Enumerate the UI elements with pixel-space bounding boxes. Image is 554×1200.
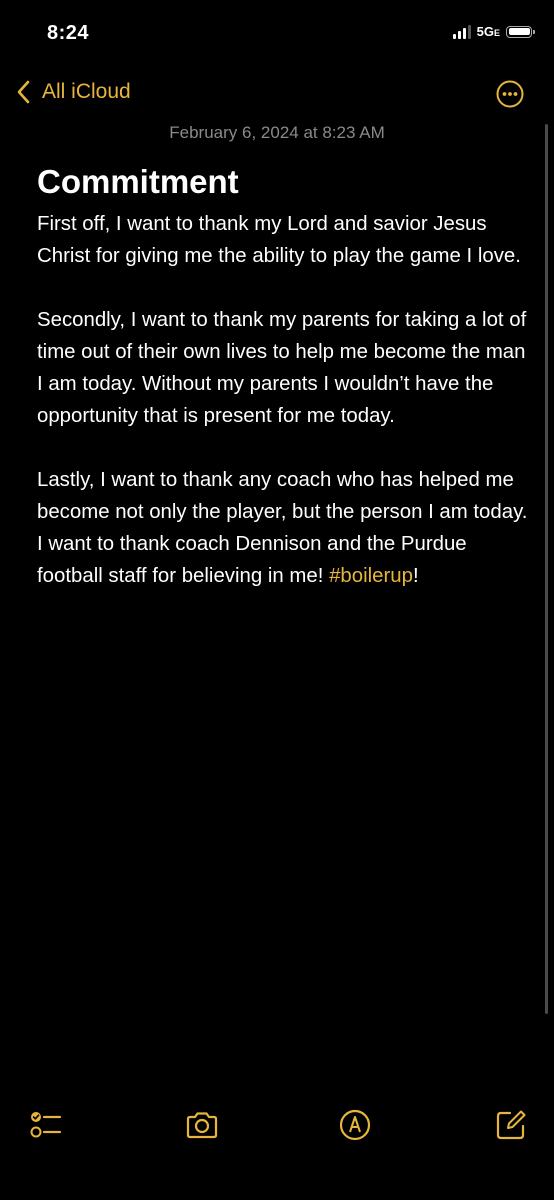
ellipsis-circle-icon[interactable] [496, 80, 524, 108]
camera-icon[interactable] [185, 1108, 219, 1142]
back-button[interactable]: All iCloud [16, 80, 131, 104]
back-label: All iCloud [42, 80, 131, 103]
note-title: Commitment [37, 163, 239, 200]
battery-icon [506, 25, 535, 38]
markup-icon[interactable] [338, 1108, 372, 1142]
bottom-toolbar [0, 1100, 554, 1200]
chevron-left-icon [17, 80, 30, 104]
status-time: 8:24 [47, 22, 90, 44]
status-bar: 8:24 5GE [0, 0, 554, 70]
scrollbar[interactable] [545, 124, 548, 1014]
checklist-icon[interactable] [29, 1108, 63, 1142]
signal-icon [452, 24, 471, 39]
navigation-bar: All iCloud [0, 72, 554, 118]
note-date: February 6, 2024 at 8:23 AM [169, 123, 385, 142]
hashtag-link[interactable]: #boilerup [329, 565, 413, 587]
note-paragraph-last: Lastly, I want to thank any coach who ha… [37, 469, 528, 587]
compose-icon[interactable] [494, 1108, 528, 1142]
note-paragraph: Secondly, I want to thank my parents for… [37, 309, 527, 427]
note-paragraph: First off, I want to thank my Lord and s… [37, 213, 521, 267]
status-indicators: 5GE [452, 24, 535, 39]
network-label: 5GE [476, 24, 500, 39]
note-body[interactable]: Commitment First off, I want to thank my… [37, 160, 532, 624]
